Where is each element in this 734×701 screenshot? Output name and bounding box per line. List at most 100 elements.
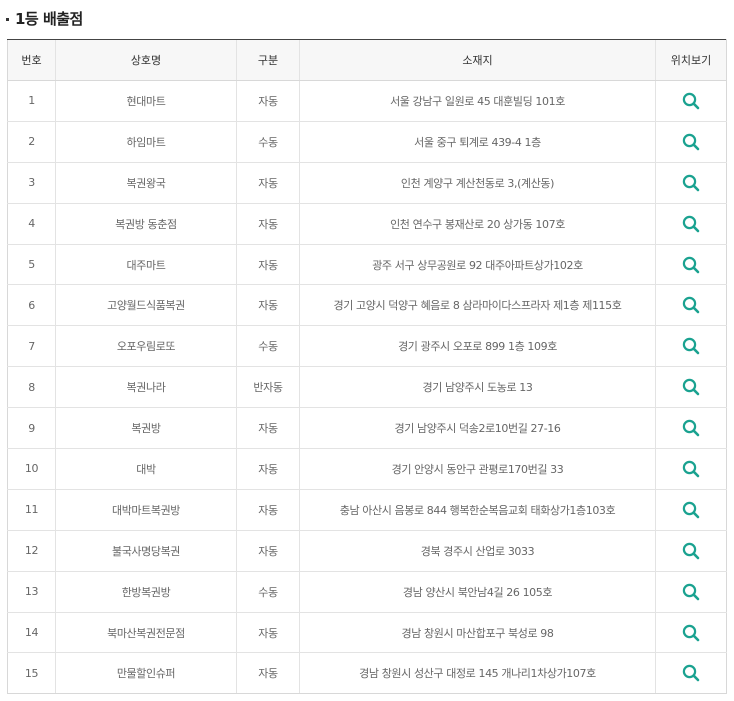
table-row: 11 대박마트복권방 자동 충남 아산시 음봉로 844 행복한순복음교회 태화상가1… [7, 489, 727, 531]
view-location-button[interactable] [680, 622, 702, 644]
search-icon [682, 501, 700, 519]
cell-address: 경기 고양시 덕양구 혜음로 8 삼라마이다스프라자 제1층 제115호 [299, 284, 656, 327]
cell-store-name: 북마산복권전문점 [55, 612, 237, 654]
column-header-name: 상호명 [55, 39, 237, 81]
table-row: 15 만물할인슈퍼 자동 경남 창원시 성산구 대정로 145 개나리1차상가107호 [7, 652, 727, 695]
table-row: 9 복권방 자동 경기 남양주시 덕송2로10번길 27-16 [7, 407, 727, 450]
cell-type: 자동 [236, 162, 300, 204]
table-body: 1 현대마트 자동 서울 강남구 일원로 45 대훈빌딩 101호 2 하임마트 수동 서울 … [7, 80, 727, 695]
table-header: 번호 상호명 구분 소재지 위치보기 [7, 39, 727, 81]
cell-address: 경북 경주시 산업로 3033 [299, 530, 656, 572]
cell-location [655, 612, 727, 654]
cell-type: 수동 [236, 121, 300, 163]
table-row: 12 불국사명당복권 자동 경북 경주시 산업로 3033 [7, 530, 727, 572]
column-header-location: 위치보기 [655, 39, 727, 81]
column-header-no: 번호 [7, 39, 56, 81]
view-location-button[interactable] [680, 90, 702, 112]
search-icon [682, 133, 700, 151]
table-row: 8 복권나라 반자동 경기 남양주시 도농로 13 [7, 366, 727, 409]
cell-address: 경기 안양시 동안구 관평로170번길 33 [299, 448, 656, 490]
cell-type: 자동 [236, 203, 300, 245]
cell-address: 광주 서구 상무공원로 92 대주아파트상가102호 [299, 244, 656, 286]
cell-address: 경남 양산시 북안남4길 26 105호 [299, 571, 656, 613]
cell-location [655, 80, 727, 122]
search-icon [682, 542, 700, 560]
search-icon [682, 215, 700, 232]
cell-no: 6 [7, 284, 56, 327]
table-row: 13 한방복권방 수동 경남 양산시 북안남4길 26 105호 [7, 571, 727, 613]
cell-store-name: 대박마트복권방 [55, 489, 237, 531]
view-location-button[interactable] [680, 376, 702, 398]
view-location-button[interactable] [680, 581, 702, 603]
cell-type: 자동 [236, 489, 300, 531]
view-location-button[interactable] [680, 458, 702, 480]
search-icon [682, 256, 700, 273]
cell-store-name: 불국사명당복권 [55, 530, 237, 572]
cell-location [655, 284, 727, 327]
cell-address: 경기 남양주시 도농로 13 [299, 366, 656, 409]
cell-address: 경기 광주시 오포로 899 1층 109호 [299, 325, 656, 368]
cell-store-name: 대주마트 [55, 244, 237, 286]
search-icon [682, 174, 700, 192]
view-location-button[interactable] [680, 131, 702, 153]
cell-type: 반자동 [236, 366, 300, 409]
cell-location [655, 571, 727, 613]
cell-no: 12 [7, 530, 56, 572]
view-location-button[interactable] [680, 254, 702, 276]
cell-location [655, 203, 727, 245]
view-location-button[interactable] [680, 662, 702, 684]
column-header-address: 소재지 [299, 39, 656, 81]
table-row: 4 복권방 동춘점 자동 인천 연수구 봉재산로 20 상가동 107호 [7, 203, 727, 245]
cell-store-name: 한방복권방 [55, 571, 237, 613]
view-location-button[interactable] [680, 335, 702, 357]
column-header-type: 구분 [236, 39, 300, 81]
cell-no: 11 [7, 489, 56, 531]
cell-address: 인천 연수구 봉재산로 20 상가동 107호 [299, 203, 656, 245]
search-icon [682, 583, 700, 600]
search-icon [682, 378, 700, 396]
cell-address: 충남 아산시 음봉로 844 행복한순복음교회 태화상가1층103호 [299, 489, 656, 531]
cell-no: 2 [7, 121, 56, 163]
cell-location [655, 652, 727, 695]
cell-store-name: 복권방 [55, 407, 237, 450]
table-row: 7 오포우림로또 수동 경기 광주시 오포로 899 1층 109호 [7, 325, 727, 368]
cell-no: 5 [7, 244, 56, 286]
view-location-button[interactable] [680, 213, 702, 235]
cell-address: 경남 창원시 성산구 대정로 145 개나리1차상가107호 [299, 652, 656, 695]
cell-store-name: 대박 [55, 448, 237, 490]
cell-address: 경기 남양주시 덕송2로10번길 27-16 [299, 407, 656, 450]
view-location-button[interactable] [680, 540, 702, 562]
table-row: 10 대박 자동 경기 안양시 동안구 관평로170번길 33 [7, 448, 727, 490]
view-location-button[interactable] [680, 417, 702, 439]
search-icon [682, 92, 700, 110]
search-icon [682, 624, 700, 641]
view-location-button[interactable] [680, 294, 702, 316]
cell-no: 14 [7, 612, 56, 654]
header-row: 번호 상호명 구분 소재지 위치보기 [7, 39, 727, 81]
bullet-icon [6, 17, 9, 21]
cell-store-name: 복권나라 [55, 366, 237, 409]
search-icon [682, 665, 700, 682]
view-location-button[interactable] [680, 172, 702, 194]
table-row: 1 현대마트 자동 서울 강남구 일원로 45 대훈빌딩 101호 [7, 80, 727, 122]
table-row: 2 하임마트 수동 서울 중구 퇴계로 439-4 1층 [7, 121, 727, 163]
cell-store-name: 오포우림로또 [55, 325, 237, 368]
cell-no: 4 [7, 203, 56, 245]
cell-address: 인천 계양구 계산천동로 3,(계산동) [299, 162, 656, 204]
cell-store-name: 현대마트 [55, 80, 237, 122]
cell-no: 8 [7, 366, 56, 409]
cell-address: 경남 창원시 마산합포구 북성로 98 [299, 612, 656, 654]
table-row: 6 고양월드식품복권 자동 경기 고양시 덕양구 혜음로 8 삼라마이다스프라자 제1… [7, 284, 727, 327]
cell-no: 13 [7, 571, 56, 613]
cell-location [655, 162, 727, 204]
cell-type: 자동 [236, 80, 300, 122]
cell-location [655, 244, 727, 286]
section-title: 1등 배출점 [6, 7, 83, 29]
cell-no: 9 [7, 407, 56, 450]
cell-address: 서울 중구 퇴계로 439-4 1층 [299, 121, 656, 163]
table-row: 14 북마산복권전문점 자동 경남 창원시 마산합포구 북성로 98 [7, 612, 727, 654]
cell-type: 자동 [236, 244, 300, 286]
view-location-button[interactable] [680, 499, 702, 521]
cell-location [655, 489, 727, 531]
cell-location [655, 407, 727, 450]
